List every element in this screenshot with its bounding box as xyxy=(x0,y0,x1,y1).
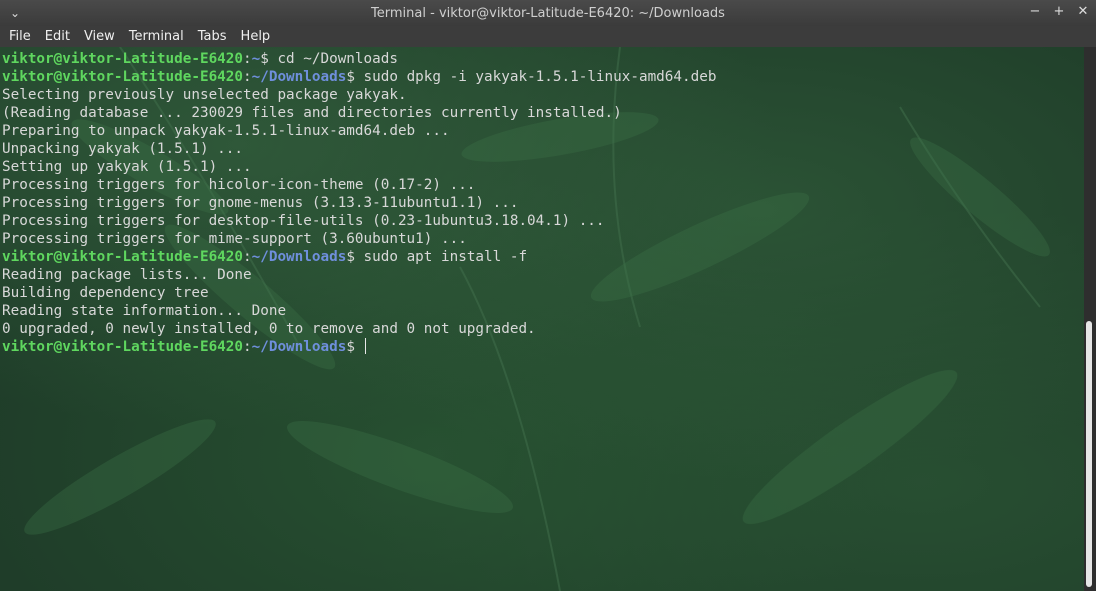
prompt-symbol: $ xyxy=(346,69,355,85)
window-controls: − + ✕ xyxy=(1028,3,1090,21)
output-line: Preparing to unpack yakyak-1.5.1-linux-a… xyxy=(2,123,450,139)
prompt-separator: : xyxy=(243,69,252,85)
prompt-line: viktor@viktor-Latitude-E6420:~/Downloads… xyxy=(2,248,716,266)
prompt-path: ~ xyxy=(251,51,261,67)
output-line: Processing triggers for mime-support (3.… xyxy=(2,231,467,247)
scrollbar-thumb[interactable] xyxy=(1086,321,1092,587)
output-line: (Reading database ... 230029 files and d… xyxy=(2,105,622,121)
minimize-icon[interactable]: − xyxy=(1028,3,1042,21)
prompt-separator: : xyxy=(243,249,252,265)
prompt-user: viktor@viktor-Latitude-E6420 xyxy=(2,69,244,85)
prompt-symbol: $ xyxy=(346,249,355,265)
command-text xyxy=(355,339,364,355)
output-line: Processing triggers for desktop-file-uti… xyxy=(2,213,605,229)
command-text: sudo dpkg -i yakyak-1.5.1-linux-amd64.de… xyxy=(354,69,717,85)
prompt-user: viktor@viktor-Latitude-E6420 xyxy=(2,51,244,67)
window-menu-icon[interactable]: ⌄ xyxy=(6,4,24,22)
prompt-symbol: $ xyxy=(346,339,355,355)
terminal-lines: viktor@viktor-Latitude-E6420:~$ cd ~/Dow… xyxy=(2,50,716,356)
terminal-output-area[interactable]: viktor@viktor-Latitude-E6420:~$ cd ~/Dow… xyxy=(0,47,1084,591)
menu-terminal[interactable]: Terminal xyxy=(122,26,191,47)
prompt-separator: : xyxy=(243,339,252,355)
menu-view[interactable]: View xyxy=(77,26,122,47)
command-text: cd ~/Downloads xyxy=(268,51,398,67)
output-line: 0 upgraded, 0 newly installed, 0 to remo… xyxy=(2,321,536,337)
text-cursor xyxy=(364,338,366,354)
output-line: Setting up yakyak (1.5.1) ... xyxy=(2,159,252,175)
output-line: Processing triggers for hicolor-icon-the… xyxy=(2,177,476,193)
window-title: Terminal - viktor@viktor-Latitude-E6420:… xyxy=(371,5,725,21)
menu-tabs[interactable]: Tabs xyxy=(191,26,234,47)
prompt-line: viktor@viktor-Latitude-E6420:~$ cd ~/Dow… xyxy=(2,50,716,68)
output-line: Selecting previously unselected package … xyxy=(2,87,407,103)
prompt-user: viktor@viktor-Latitude-E6420 xyxy=(2,249,244,265)
output-line: Unpacking yakyak (1.5.1) ... xyxy=(2,141,244,157)
title-bar[interactable]: ⌄ Terminal - viktor@viktor-Latitude-E642… xyxy=(0,0,1096,26)
terminal-window: ⌄ Terminal - viktor@viktor-Latitude-E642… xyxy=(0,0,1096,591)
close-icon[interactable]: ✕ xyxy=(1076,3,1090,21)
output-line: Reading package lists... Done xyxy=(2,267,252,283)
prompt-symbol: $ xyxy=(260,51,269,67)
prompt-path: ~/Downloads xyxy=(251,69,347,85)
prompt-user: viktor@viktor-Latitude-E6420 xyxy=(2,339,244,355)
prompt-path: ~/Downloads xyxy=(251,339,347,355)
menu-help[interactable]: Help xyxy=(234,26,278,47)
vertical-scrollbar[interactable] xyxy=(1084,47,1096,591)
menu-bar: File Edit View Terminal Tabs Help xyxy=(0,26,1096,47)
command-text: sudo apt install -f xyxy=(354,249,528,265)
prompt-line: viktor@viktor-Latitude-E6420:~/Downloads… xyxy=(2,68,716,86)
menu-file[interactable]: File xyxy=(2,26,38,47)
output-line: Building dependency tree xyxy=(2,285,209,301)
output-line: Processing triggers for gnome-menus (3.1… xyxy=(2,195,519,211)
maximize-icon[interactable]: + xyxy=(1052,3,1066,21)
prompt-path: ~/Downloads xyxy=(251,249,347,265)
prompt-line: viktor@viktor-Latitude-E6420:~/Downloads… xyxy=(2,338,716,356)
menu-edit[interactable]: Edit xyxy=(38,26,77,47)
prompt-separator: : xyxy=(243,51,252,67)
output-line: Reading state information... Done xyxy=(2,303,287,319)
